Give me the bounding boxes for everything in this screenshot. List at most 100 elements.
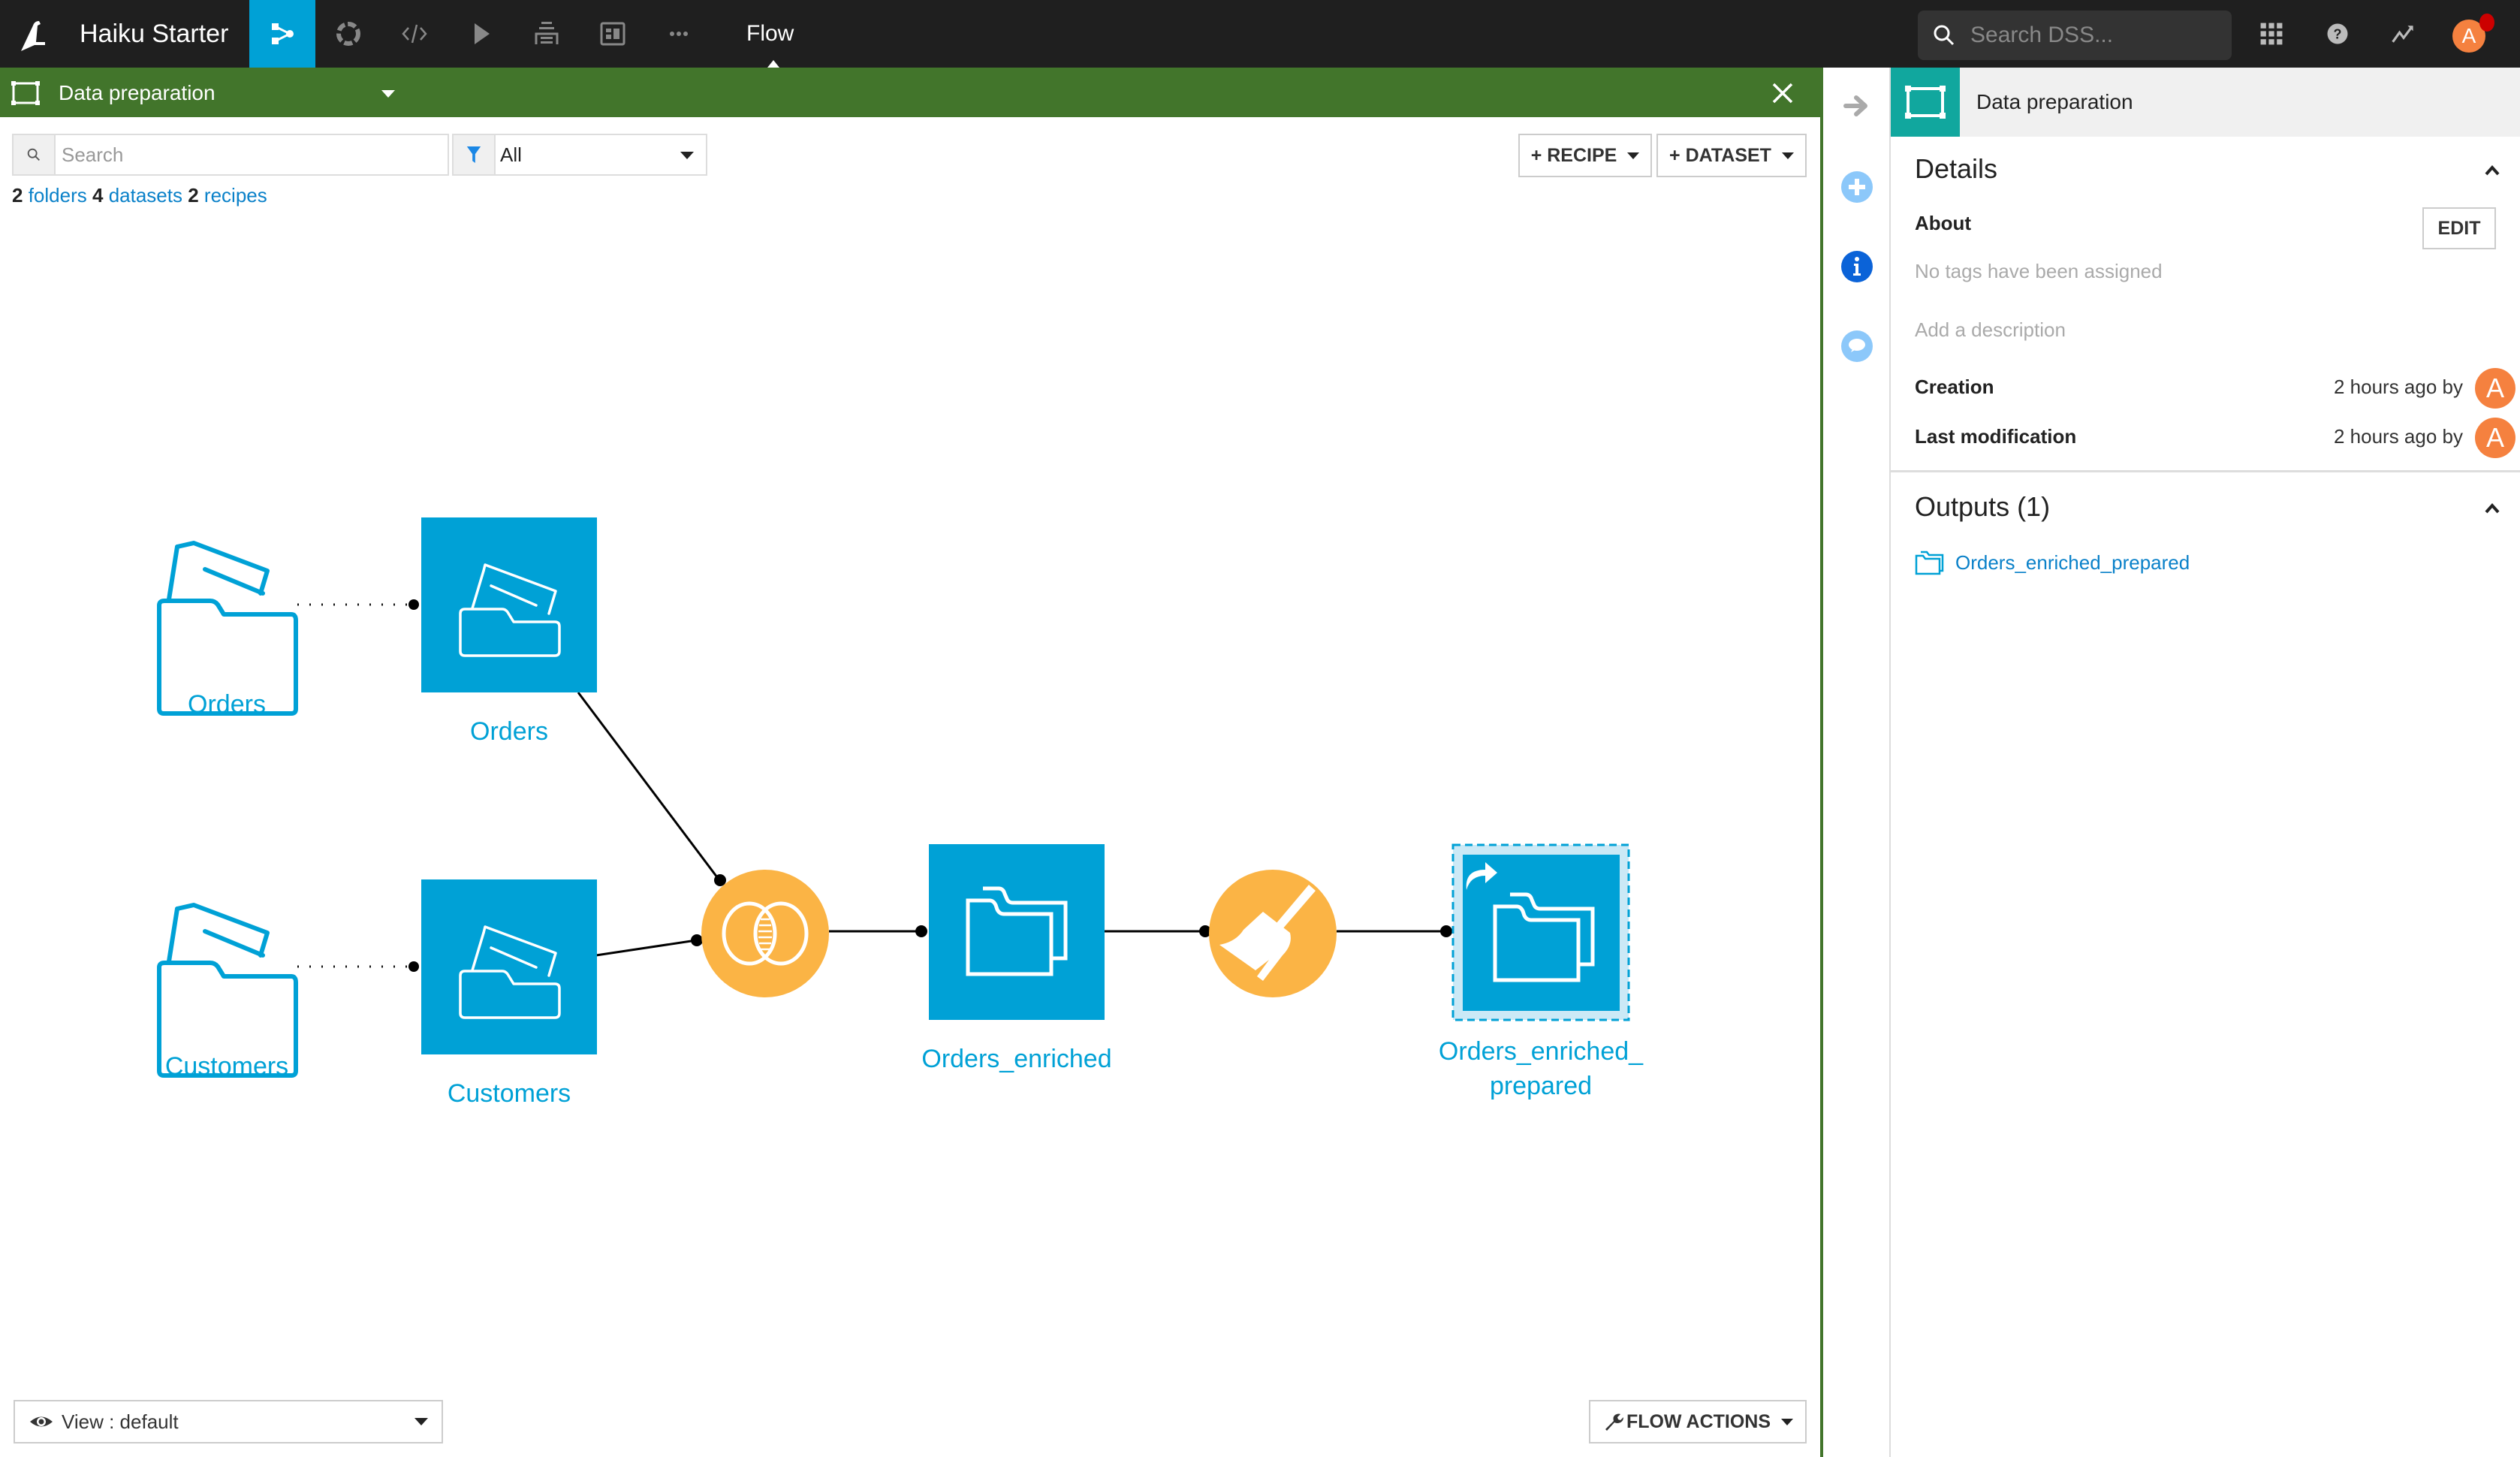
orders-enriched-label[interactable]: Orders_enriched — [904, 1042, 1129, 1075]
panel-title: Data preparation — [1976, 90, 2133, 113]
add-description-link[interactable]: Add a description — [1915, 318, 2066, 342]
svg-text:?: ? — [2334, 26, 2342, 41]
recipes-count: 2 — [188, 184, 199, 207]
edge-endpoint — [408, 961, 419, 972]
edge-endpoint — [691, 934, 703, 946]
folders-count: 2 — [12, 184, 23, 207]
zone-icon — [1905, 86, 1946, 119]
filter-funnel-icon — [466, 146, 481, 163]
filter-addon — [454, 135, 496, 174]
view-select-label: View : default — [62, 1410, 179, 1433]
edge-orders-to-join — [577, 692, 721, 881]
info-icon[interactable] — [1840, 249, 1874, 284]
last-modification-time: 2 hours ago by — [2333, 425, 2463, 448]
edge-customers-to-join — [595, 939, 697, 957]
flow-item-counts: 2 folders 4 datasets 2 recipes — [12, 182, 267, 209]
details-section-title[interactable]: Details — [1915, 153, 1997, 185]
flow-actions-label: FLOW ACTIONS — [1626, 1410, 1771, 1432]
activity-button[interactable] — [2385, 15, 2422, 53]
flow-graph — [157, 517, 1630, 1078]
search-addon — [14, 135, 56, 174]
chevron-down-icon — [1627, 152, 1640, 159]
chevron-down-icon — [1781, 152, 1794, 159]
wrench-icon — [1605, 1413, 1623, 1431]
output-item[interactable]: Orders_enriched_prepared — [1915, 550, 2190, 575]
apps-grid-icon — [2260, 23, 2283, 45]
chevron-up-icon[interactable] — [2482, 499, 2502, 518]
customers-dataset-node[interactable] — [421, 879, 597, 1054]
right-side-rail — [1823, 68, 1891, 1457]
join-recipe-node[interactable] — [701, 870, 829, 997]
edge-endpoint — [915, 925, 927, 937]
global-search-input[interactable] — [1970, 23, 2211, 48]
search-icon — [1934, 25, 1955, 46]
chevron-down-icon — [1781, 1418, 1794, 1425]
close-icon[interactable] — [1766, 77, 1799, 110]
orders-enriched-prepared-label-line2[interactable]: prepared — [1428, 1069, 1653, 1103]
help-button[interactable]: ? — [2319, 15, 2356, 53]
flow-search-input[interactable] — [56, 135, 448, 174]
notification-badge — [2479, 14, 2494, 32]
recipe-circle — [701, 870, 829, 997]
modifier-avatar[interactable]: A — [2475, 418, 2515, 458]
zone-icon-box — [1891, 68, 1960, 137]
orders-folder-label[interactable]: Orders — [152, 688, 302, 721]
recipes-link[interactable]: recipes — [204, 184, 267, 207]
creation-time: 2 hours ago by — [2333, 376, 2463, 398]
zone-name[interactable]: Data preparation — [59, 78, 216, 108]
output-item-link[interactable]: Orders_enriched_prepared — [1955, 551, 2190, 575]
eye-icon — [30, 1416, 53, 1427]
edge-endpoint — [408, 599, 419, 610]
customers-folder-label[interactable]: Customers — [137, 1050, 317, 1083]
edge-endpoint — [714, 874, 726, 886]
activity-trend-icon — [2392, 26, 2413, 43]
creation-label: Creation — [1915, 376, 1994, 398]
datasets-count: 4 — [92, 184, 104, 207]
panel-header: Data preparation — [1891, 68, 2520, 137]
orders-enriched-dataset-node[interactable] — [929, 844, 1105, 1020]
edit-button[interactable]: EDIT — [2422, 207, 2496, 249]
zone-dropdown-caret-icon[interactable] — [381, 90, 395, 98]
help-icon: ? — [2327, 23, 2348, 44]
apps-button[interactable] — [2253, 15, 2290, 53]
managed-folder-icon — [1915, 551, 1944, 575]
section-divider — [1891, 470, 2520, 472]
tags-placeholder: No tags have been assigned — [1915, 260, 2163, 282]
orders-enriched-prepared-label-line1[interactable]: Orders_enriched_ — [1428, 1035, 1653, 1068]
folders-link[interactable]: folders — [29, 184, 87, 207]
collapse-panel-arrow-icon[interactable] — [1840, 89, 1874, 123]
flow-filter-select[interactable]: All — [452, 134, 707, 176]
view-select[interactable]: View : default — [14, 1400, 443, 1443]
last-modification-label: Last modification — [1915, 425, 2077, 448]
chevron-up-icon[interactable] — [2482, 161, 2502, 180]
prepare-recipe-node[interactable] — [1209, 870, 1337, 997]
orders-dataset-node[interactable] — [421, 517, 597, 692]
dataset-square — [421, 879, 597, 1054]
orders-enriched-prepared-dataset-node[interactable] — [1451, 843, 1630, 1021]
right-details-panel: Data preparation Details About EDIT No t… — [1891, 68, 2520, 1457]
flow-search-box[interactable] — [12, 134, 449, 176]
dataset-square — [421, 517, 597, 692]
about-label: About — [1915, 212, 1972, 234]
datasets-link[interactable]: datasets — [109, 184, 182, 207]
search-icon — [27, 148, 40, 161]
discussions-icon[interactable] — [1840, 329, 1874, 363]
chevron-down-icon — [414, 1418, 428, 1425]
edge-endpoint — [1440, 925, 1452, 937]
flow-actions-button[interactable]: FLOW ACTIONS — [1589, 1400, 1807, 1443]
zone-header-bar: Data preparation — [0, 68, 1820, 117]
orders-dataset-label[interactable]: Orders — [434, 715, 584, 748]
add-action-icon[interactable] — [1840, 170, 1874, 204]
global-search-box[interactable] — [1918, 11, 2232, 60]
creator-avatar[interactable]: A — [2475, 368, 2515, 409]
chevron-down-icon — [680, 152, 694, 159]
add-recipe-button[interactable]: + RECIPE — [1518, 134, 1652, 177]
add-recipe-label: + RECIPE — [1530, 144, 1617, 166]
filter-value: All — [500, 143, 522, 166]
add-dataset-label: + DATASET — [1669, 144, 1771, 166]
dataset-square — [929, 844, 1105, 1020]
customers-dataset-label[interactable]: Customers — [419, 1077, 599, 1110]
add-dataset-button[interactable]: + DATASET — [1656, 134, 1807, 177]
zone-icon — [11, 81, 40, 105]
outputs-section-title[interactable]: Outputs (1) — [1915, 491, 2050, 523]
